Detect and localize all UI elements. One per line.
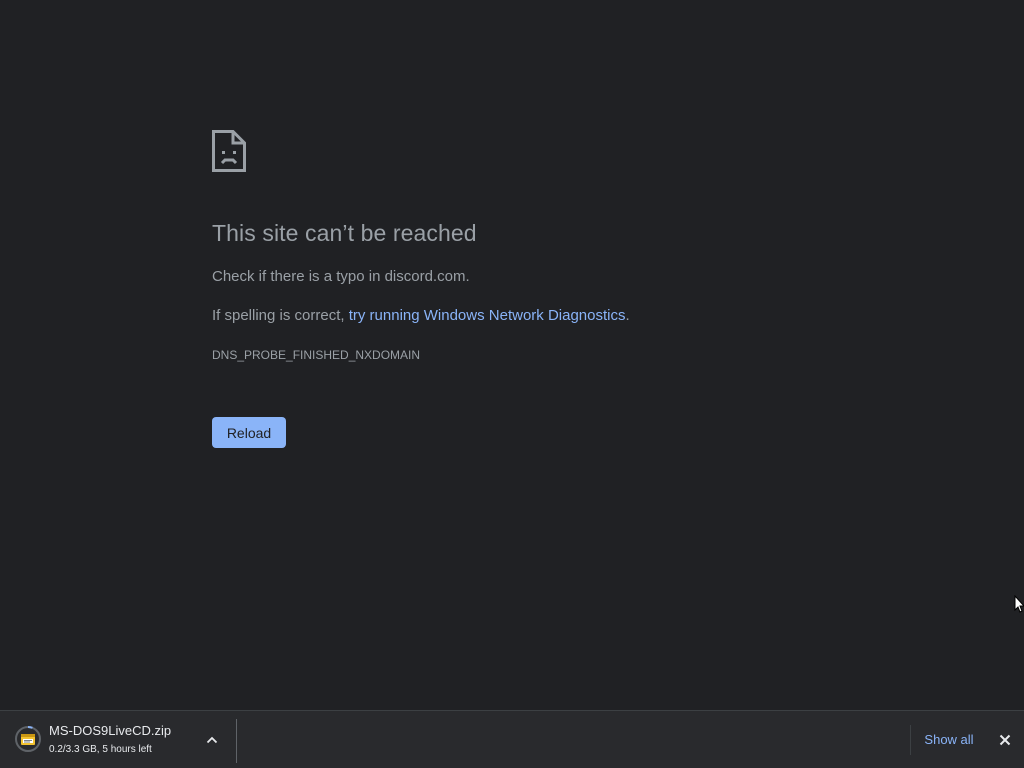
download-file-name: MS-DOS9LiveCD.zip <box>49 723 172 738</box>
close-shelf-button[interactable] <box>994 729 1016 751</box>
browser-page: This site can’t be reached Check if ther… <box>0 0 1024 768</box>
close-icon <box>999 734 1011 746</box>
shelf-divider <box>236 719 237 763</box>
zip-file-icon <box>15 725 41 752</box>
diagnostics-hint-suffix: . <box>625 307 630 324</box>
sad-page-icon <box>212 130 246 172</box>
show-all-button[interactable]: Show all <box>918 730 980 750</box>
diagnostics-hint: If spelling is correct, try running Wind… <box>212 307 630 324</box>
download-status: 0.2/3.3 GB, 5 hours left <box>49 744 152 755</box>
network-diagnostics-link[interactable]: try running Windows Network Diagnostics <box>349 307 626 324</box>
error-title: This site can’t be reached <box>212 220 477 246</box>
download-menu-button[interactable] <box>200 729 224 751</box>
mouse-cursor-icon <box>1014 595 1024 613</box>
show-all-divider <box>910 725 911 755</box>
error-code: DNS_PROBE_FINISHED_NXDOMAIN <box>212 348 421 362</box>
download-shelf: MS-DOS9LiveCD.zip 0.2/3.3 GB, 5 hours le… <box>0 710 1024 768</box>
chevron-up-icon <box>206 736 218 744</box>
diagnostics-hint-prefix: If spelling is correct, <box>212 307 349 324</box>
download-item[interactable]: MS-DOS9LiveCD.zip 0.2/3.3 GB, 5 hours le… <box>0 711 237 768</box>
reload-button[interactable]: Reload <box>212 417 286 448</box>
typo-hint: Check if there is a typo in discord.com. <box>212 268 470 285</box>
